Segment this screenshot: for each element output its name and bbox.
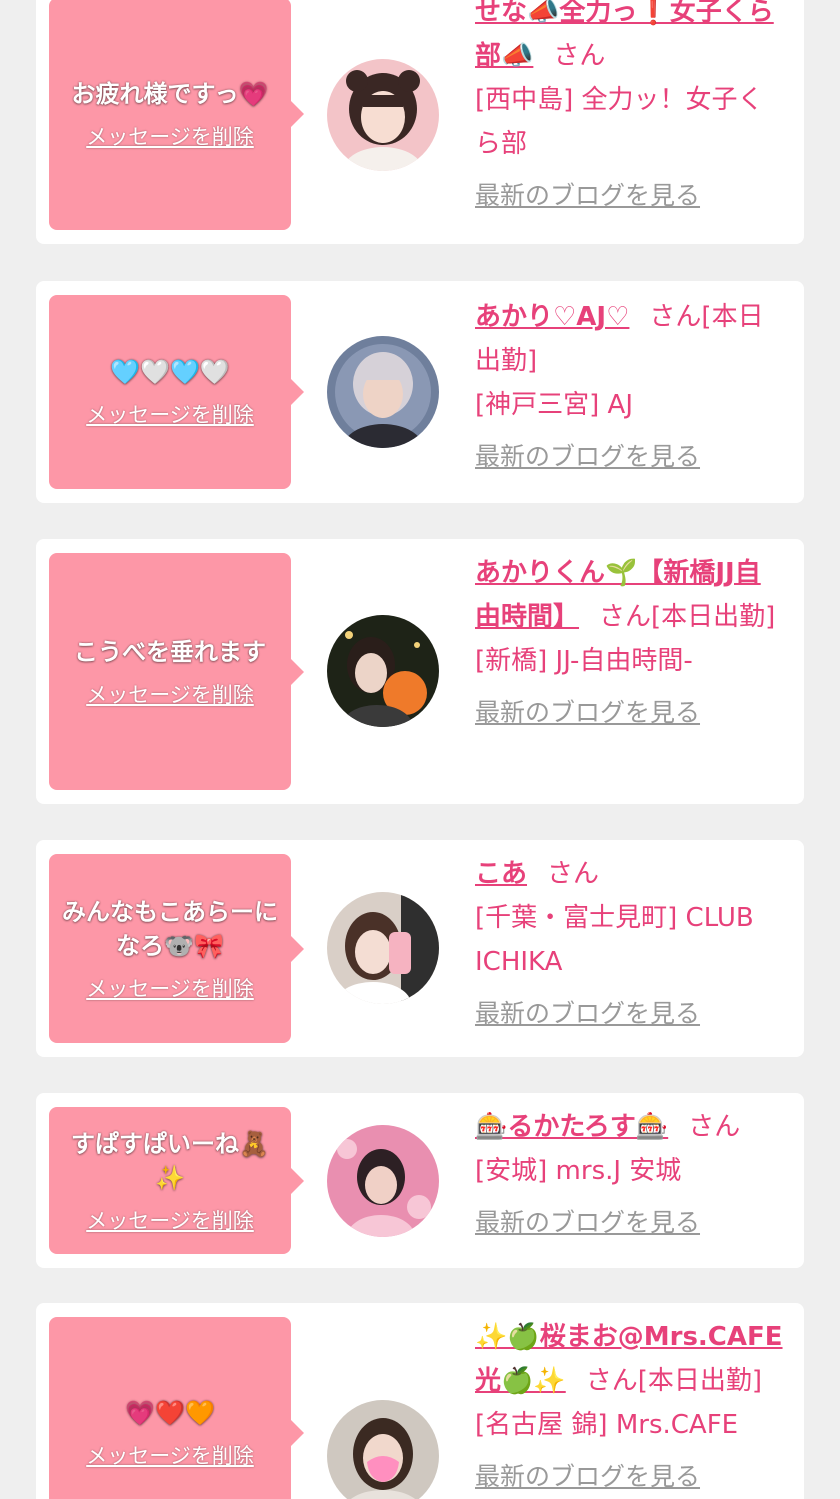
cast-name-link[interactable]: こあ (475, 859, 527, 889)
message-card: みんなもこあらーになろ🐨🎀 メッセージを削除 こあ さん [千葉・富士見町] CL… (36, 840, 804, 1057)
message-bubble: みんなもこあらーになろ🐨🎀 メッセージを削除 (49, 854, 304, 1043)
message-text: お疲れ様ですっ💗 (71, 80, 269, 108)
name-suffix: さん (547, 859, 600, 889)
delete-message-link[interactable]: メッセージを削除 (86, 1205, 254, 1235)
name-suffix: さん (688, 1112, 741, 1142)
shop-name: [名古屋 錦] Mrs.CAFE (475, 1410, 739, 1440)
cast-name-link[interactable]: せな📣全力っ❗女子くら部📣 (475, 0, 774, 71)
avatar[interactable] (327, 336, 439, 448)
name-line: ✨🍏桜まお@Mrs.CAFE光🍏✨ さん[本日出勤] (475, 1315, 785, 1403)
message-bubble: すぱすぱいーね🧸✨ メッセージを削除 (49, 1107, 304, 1254)
cast-info: あかり♡AJ♡ さん[本日出勤] [神戸三宮] AJ 最新のブログを見る (475, 295, 785, 473)
delete-message-link[interactable]: メッセージを削除 (86, 679, 254, 709)
shop-name: [西中島] 全力ッ！女子くら部 (475, 85, 764, 159)
latest-blog-link[interactable]: 最新のブログを見る (475, 693, 700, 729)
message-text: 💗❤️🧡 (125, 1399, 215, 1427)
cast-info: ✨🍏桜まお@Mrs.CAFE光🍏✨ さん[本日出勤] [名古屋 錦] Mrs.CA… (475, 1315, 785, 1493)
cast-info: こあ さん [千葉・富士見町] CLUB ICHIKA 最新のブログを見る (475, 852, 785, 1030)
message-card: こうべを垂れます メッセージを削除 あかりくん🌱【新橋JJ自由時間】 さん[本日出… (36, 539, 804, 804)
avatar-image (327, 892, 439, 1004)
message-text: こうべを垂れます (74, 637, 266, 666)
name-suffix: さん (553, 41, 606, 71)
name-line: せな📣全力っ❗女子くら部📣 さん (475, 0, 785, 78)
avatar-image (327, 1400, 439, 1499)
message-card: すぱすぱいーね🧸✨ メッセージを削除 🎰るかたろす🎰 さん [安城] mrs.J … (36, 1093, 804, 1268)
avatar-image (327, 59, 439, 171)
cast-info: あかりくん🌱【新橋JJ自由時間】 さん[本日出勤] [新橋] JJ-自由時間- 最… (475, 551, 785, 729)
message-text: すぱすぱいーね🧸✨ (71, 1129, 269, 1192)
shop-name: [神戸三宮] AJ (475, 390, 634, 420)
shop-name: [安城] mrs.J 安城 (475, 1156, 682, 1186)
avatar-image (327, 1125, 439, 1237)
avatar[interactable] (327, 1125, 439, 1237)
avatar[interactable] (327, 59, 439, 171)
latest-blog-link[interactable]: 最新のブログを見る (475, 1457, 700, 1493)
latest-blog-link[interactable]: 最新のブログを見る (475, 176, 700, 212)
avatar[interactable] (327, 615, 439, 727)
name-suffix: さん[本日出勤] (599, 602, 776, 632)
message-card: 💗❤️🧡 メッセージを削除 ✨🍏桜まお@Mrs.CAFE光🍏✨ さん[本日出勤] … (36, 1303, 804, 1499)
delete-message-link[interactable]: メッセージを削除 (86, 121, 254, 151)
delete-message-link[interactable]: メッセージを削除 (86, 1440, 254, 1470)
latest-blog-link[interactable]: 最新のブログを見る (475, 994, 700, 1030)
shop-name: [千葉・富士見町] CLUB ICHIKA (475, 903, 754, 977)
message-card: 🩵🤍🩵🤍 メッセージを削除 あかり♡AJ♡ さん[本日出勤] [神戸三宮] AJ … (36, 281, 804, 503)
message-bubble: 🩵🤍🩵🤍 メッセージを削除 (49, 295, 304, 489)
name-line: あかりくん🌱【新橋JJ自由時間】 さん[本日出勤] (475, 551, 785, 639)
avatar[interactable] (327, 892, 439, 1004)
avatar-image (327, 336, 439, 448)
cast-info: せな📣全力っ❗女子くら部📣 さん [西中島] 全力ッ！女子くら部 最新のブログを見… (475, 0, 785, 212)
message-text: みんなもこあらーになろ🐨🎀 (62, 897, 278, 960)
delete-message-link[interactable]: メッセージを削除 (86, 399, 254, 429)
name-line: あかり♡AJ♡ さん[本日出勤] (475, 295, 785, 383)
cast-name-link[interactable]: 🎰るかたろす🎰 (475, 1112, 668, 1142)
name-suffix: さん[本日出勤] (585, 1366, 763, 1396)
name-line: こあ さん (475, 852, 785, 896)
cast-name-link[interactable]: あかり♡AJ♡ (475, 302, 629, 332)
message-text: 🩵🤍🩵🤍 (110, 358, 230, 386)
name-line: 🎰るかたろす🎰 さん (475, 1105, 785, 1149)
latest-blog-link[interactable]: 最新のブログを見る (475, 437, 700, 473)
latest-blog-link[interactable]: 最新のブログを見る (475, 1203, 700, 1239)
message-card: お疲れ様ですっ💗 メッセージを削除 せな📣全力っ❗女子くら部📣 さん [西中島] … (36, 0, 804, 244)
message-bubble: お疲れ様ですっ💗 メッセージを削除 (49, 0, 304, 230)
message-bubble: 💗❤️🧡 メッセージを削除 (49, 1317, 304, 1499)
avatar-image (327, 615, 439, 727)
message-bubble: こうべを垂れます メッセージを削除 (49, 553, 304, 790)
shop-name: [新橋] JJ-自由時間- (475, 646, 693, 676)
delete-message-link[interactable]: メッセージを削除 (86, 973, 254, 1003)
cast-info: 🎰るかたろす🎰 さん [安城] mrs.J 安城 最新のブログを見る (475, 1105, 785, 1239)
avatar[interactable] (327, 1400, 439, 1499)
